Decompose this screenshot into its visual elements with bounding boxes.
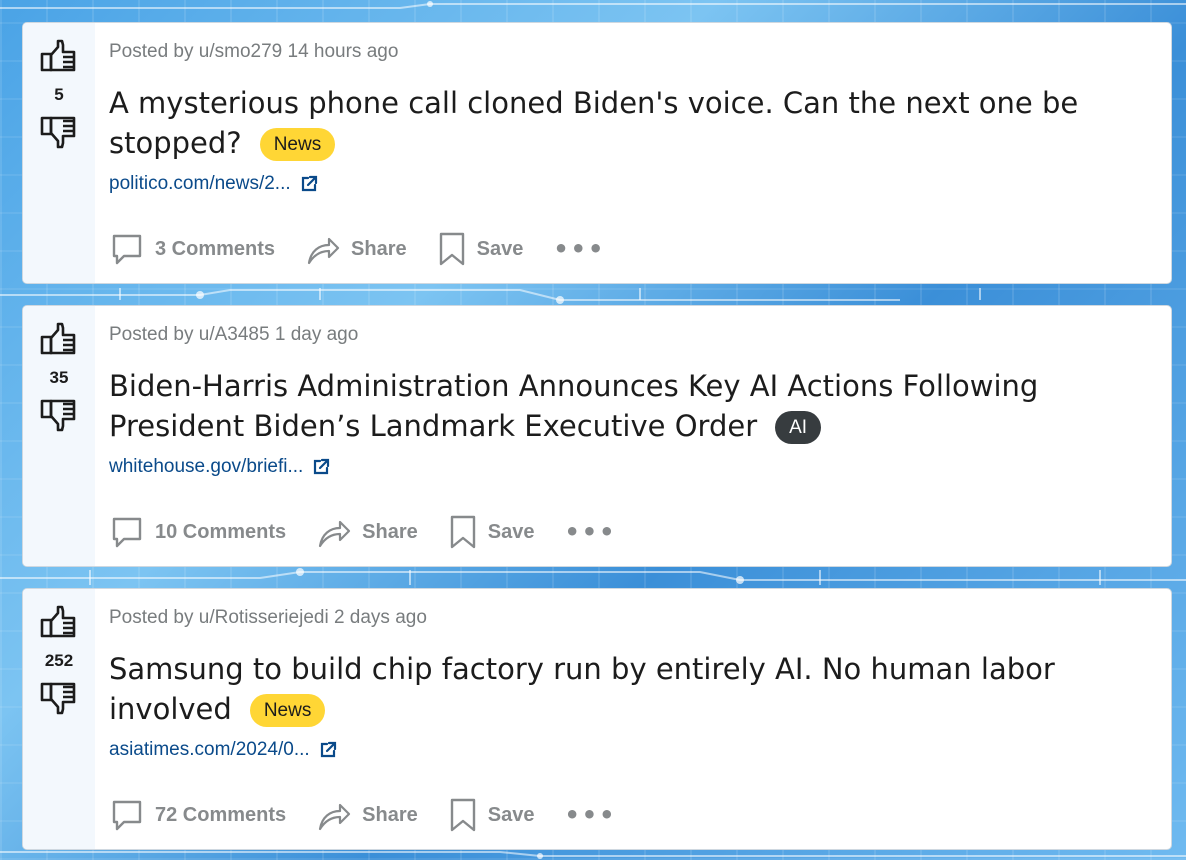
post-content: Posted by u/Rotisseriejedi 2 days ago Sa… <box>109 589 1151 849</box>
downvote-button[interactable] <box>39 394 79 434</box>
post-link[interactable]: whitehouse.gov/briefi... <box>109 456 331 478</box>
thumbs-down-icon <box>40 116 76 149</box>
post-title[interactable]: A mysterious phone call cloned Biden's v… <box>109 83 1111 163</box>
post-meta: Posted by u/A3485 1 day ago <box>109 324 359 345</box>
thumbs-up-icon <box>40 605 76 638</box>
share-label: Share <box>362 803 418 826</box>
post-link-text[interactable]: whitehouse.gov/briefi... <box>109 456 303 478</box>
comments-button[interactable]: 72 Comments <box>109 797 286 833</box>
post-title-text[interactable]: Biden-Harris Administration Announces Ke… <box>109 369 1038 443</box>
save-label: Save <box>487 520 535 543</box>
bookmark-icon <box>450 515 475 549</box>
share-button[interactable]: Share <box>305 231 407 267</box>
post-title-text[interactable]: A mysterious phone call cloned Biden's v… <box>109 86 1078 160</box>
vote-score: 5 <box>54 85 64 104</box>
post-flair[interactable]: News <box>259 128 336 161</box>
share-button[interactable]: Share <box>316 514 418 550</box>
share-button[interactable]: Share <box>316 797 418 833</box>
upvote-button[interactable] <box>39 320 79 360</box>
save-button[interactable]: Save <box>437 231 524 267</box>
upvote-button[interactable] <box>39 37 79 77</box>
thumbs-down-icon <box>40 682 76 715</box>
external-link-icon <box>314 458 330 475</box>
upvote-button[interactable] <box>39 603 79 643</box>
vote-score: 35 <box>49 368 69 387</box>
post-link[interactable]: politico.com/news/2... <box>109 173 319 195</box>
downvote-button[interactable] <box>39 111 79 151</box>
share-label: Share <box>351 237 407 260</box>
comment-icon <box>112 517 142 548</box>
post-title[interactable]: Samsung to build chip factory run by ent… <box>109 649 1111 729</box>
post-actions: 72 Comments Share Save ••• <box>109 797 617 833</box>
post-content: Posted by u/smo279 14 hours ago A myster… <box>109 23 1151 283</box>
share-label: Share <box>362 520 418 543</box>
share-arrow-icon <box>307 237 340 265</box>
save-label: Save <box>487 803 535 826</box>
post-actions: 3 Comments Share Save ••• <box>109 231 605 267</box>
comments-button[interactable]: 3 Comments <box>109 231 275 267</box>
save-button[interactable]: Save <box>448 797 535 833</box>
post-card[interactable]: 5 Posted by u/smo279 14 hours ago A myst… <box>22 22 1172 284</box>
post-flair[interactable]: AI <box>775 411 822 444</box>
bookmark-icon <box>450 798 475 832</box>
post-meta: Posted by u/Rotisseriejedi 2 days ago <box>109 607 427 628</box>
more-dots-icon[interactable]: ••• <box>564 801 616 829</box>
post-link[interactable]: asiatimes.com/2024/0... <box>109 739 338 761</box>
share-arrow-icon <box>319 803 351 831</box>
more-dots-icon[interactable]: ••• <box>564 518 616 546</box>
thumbs-up-icon <box>40 322 76 355</box>
thumbs-up-icon <box>40 39 76 72</box>
post-meta: Posted by u/smo279 14 hours ago <box>109 41 399 62</box>
thumbs-down-icon <box>40 399 76 432</box>
comments-label: 10 Comments <box>155 520 287 543</box>
comment-icon <box>112 800 142 831</box>
vote-column: 35 <box>23 306 95 566</box>
post-flair[interactable]: News <box>249 694 326 727</box>
comments-label: 3 Comments <box>155 237 276 260</box>
post-card[interactable]: 252 Posted by u/Rotisseriejedi 2 days ag… <box>22 588 1172 850</box>
save-button[interactable]: Save <box>448 514 535 550</box>
post-link-text[interactable]: asiatimes.com/2024/0... <box>109 739 310 761</box>
external-link-icon <box>301 175 317 192</box>
downvote-button[interactable] <box>39 677 79 717</box>
comments-button[interactable]: 10 Comments <box>109 514 286 550</box>
vote-column: 5 <box>23 23 95 283</box>
vote-score: 252 <box>44 651 74 670</box>
vote-column: 252 <box>23 589 95 849</box>
post-actions: 10 Comments Share Save ••• <box>109 514 617 550</box>
post-title[interactable]: Biden-Harris Administration Announces Ke… <box>109 366 1111 446</box>
external-link-icon <box>320 741 336 758</box>
comments-label: 72 Comments <box>155 803 287 826</box>
comment-icon <box>112 234 142 265</box>
post-link-text[interactable]: politico.com/news/2... <box>109 173 291 195</box>
post-card[interactable]: 35 Posted by u/A3485 1 day ago Biden-Har… <box>22 305 1172 567</box>
more-dots-icon[interactable]: ••• <box>553 235 605 263</box>
bookmark-icon <box>439 232 464 266</box>
post-content: Posted by u/A3485 1 day ago Biden-Harris… <box>109 306 1151 566</box>
save-label: Save <box>476 237 524 260</box>
share-arrow-icon <box>319 520 351 548</box>
